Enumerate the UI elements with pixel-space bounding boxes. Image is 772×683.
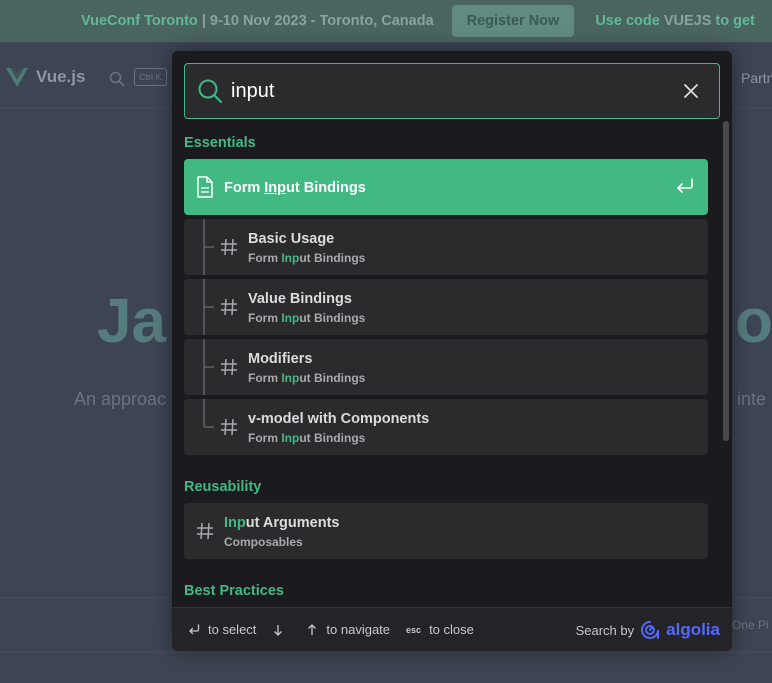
tree-connector-icon — [203, 279, 214, 335]
section-title-best-practices: Best Practices — [184, 583, 284, 599]
search-icon[interactable] — [109, 71, 125, 87]
result-title: v-model with Components — [248, 411, 430, 427]
results-scrollbar[interactable] — [723, 121, 729, 441]
document-icon — [197, 176, 213, 198]
algolia-wordmark: algolia — [666, 620, 720, 639]
hero-tagline-left: An approac — [74, 389, 167, 409]
result-title: Form Input Bindings — [224, 180, 366, 196]
result-title: Input Arguments — [224, 515, 340, 531]
hero-title-right: or — [735, 287, 772, 356]
section-title-essentials: Essentials — [184, 135, 256, 151]
hash-icon — [221, 298, 237, 316]
result-texts: Modifiers Form Input Bindings — [248, 350, 365, 386]
magnifier-icon — [197, 78, 223, 104]
announcement-banner: VueConf Toronto | 9-10 Nov 2023 - Toront… — [0, 0, 772, 42]
result-value-bindings[interactable]: Value Bindings Form Input Bindings — [184, 279, 708, 335]
brand-name: Vue.js — [36, 67, 86, 86]
hash-icon — [221, 238, 237, 256]
nav-link-partners[interactable]: Partn — [741, 70, 772, 86]
esc-key: esc — [406, 624, 422, 635]
background-side-text: One Pi — [732, 618, 769, 632]
result-texts: Value Bindings Form Input Bindings — [248, 290, 365, 326]
search-by-algolia[interactable]: Search by algolia — [576, 620, 720, 640]
hero-tagline-right: inte — [737, 389, 767, 409]
result-input-arguments[interactable]: Input Arguments Composables — [184, 503, 708, 559]
search-footer: to select to navigate esc to close Searc… — [172, 607, 732, 651]
result-title: Modifiers — [248, 351, 313, 367]
hash-icon — [197, 522, 213, 540]
algolia-logo-icon — [641, 621, 660, 639]
result-path: Form Input Bindings — [248, 431, 366, 445]
banner-event[interactable]: VueConf Toronto | 9-10 Nov 2023 - Toront… — [81, 13, 434, 29]
register-now-button[interactable]: Register Now — [451, 5, 575, 37]
search-shortcut-badge: Ctrl K — [134, 68, 167, 86]
vue-logo-icon — [6, 67, 28, 87]
result-path: Composables — [224, 535, 303, 549]
arrow-up-icon — [306, 623, 318, 636]
tree-connector-icon — [203, 219, 214, 275]
search-modal: Essentials Form Input Bindings — [172, 51, 732, 651]
result-title: Basic Usage — [248, 231, 335, 247]
clear-search-button[interactable] — [671, 71, 711, 111]
result-form-input-bindings[interactable]: Form Input Bindings — [184, 159, 708, 215]
page-divider — [0, 652, 772, 653]
result-path: Form Input Bindings — [248, 371, 366, 385]
section-title-reusability: Reusability — [184, 479, 262, 495]
hint-close: esc to close — [406, 622, 474, 637]
search-form — [184, 63, 720, 119]
result-modifiers[interactable]: Modifiers Form Input Bindings — [184, 339, 708, 395]
tree-connector-icon — [203, 339, 214, 395]
result-texts: v-model with Components Form Input Bindi… — [248, 410, 429, 446]
search-input[interactable] — [231, 79, 671, 103]
hint-navigate: to navigate — [272, 622, 390, 637]
close-icon — [684, 84, 698, 98]
result-basic-usage[interactable]: Basic Usage Form Input Bindings — [184, 219, 708, 275]
arrow-down-icon — [272, 624, 284, 636]
hash-icon — [221, 358, 237, 376]
hash-icon — [221, 418, 237, 436]
tree-connector-icon — [203, 399, 214, 428]
hint-select: to select — [188, 622, 256, 637]
result-path: Form Input Bindings — [248, 311, 366, 325]
search-results: Essentials Form Input Bindings Basic Usa… — [184, 127, 708, 607]
result-texts: Form Input Bindings — [224, 179, 366, 197]
enter-key-icon — [677, 178, 693, 193]
enter-key-icon — [188, 624, 200, 635]
result-v-model-with-components[interactable]: v-model with Components Form Input Bindi… — [184, 399, 708, 455]
brand-logo[interactable]: Vue.js — [6, 67, 85, 87]
result-title: Value Bindings — [248, 291, 352, 307]
result-texts: Basic Usage Form Input Bindings — [248, 230, 365, 266]
result-path: Form Input Bindings — [248, 251, 366, 265]
result-texts: Input Arguments Composables — [224, 514, 339, 550]
hero-title-left: Ja — [97, 287, 166, 356]
banner-code-text: Use code VUEJS to get — [595, 13, 755, 29]
